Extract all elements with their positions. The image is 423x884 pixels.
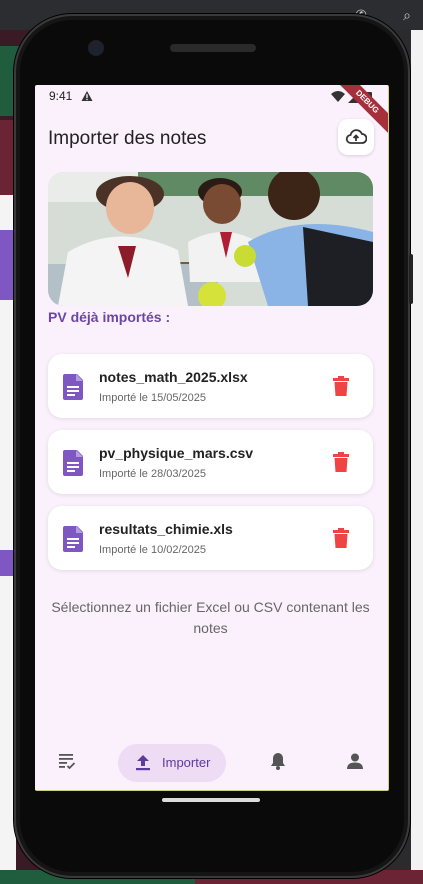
nav-item-notifications[interactable] [258, 731, 298, 790]
file-date: Importé le 15/05/2025 [99, 392, 207, 404]
document-icon [63, 526, 83, 552]
document-icon [63, 450, 83, 476]
status-bar: 9:41 [35, 85, 388, 109]
file-date: Importé le 28/03/2025 [99, 468, 207, 480]
bell-icon [271, 752, 285, 770]
app-screen: 9:41 DEBUG Importer des notes PV déjà im… [35, 85, 389, 791]
classroom-illustration [48, 172, 373, 306]
cloud-upload-icon [345, 129, 367, 144]
page-title: Importer des notes [48, 128, 207, 149]
nav-item-grades[interactable] [47, 731, 87, 790]
upload-button[interactable] [338, 119, 374, 155]
person-icon [347, 753, 363, 769]
speaker-grille [170, 44, 256, 52]
file-card[interactable]: notes_math_2025.xlsx Importé le 15/05/20… [48, 354, 373, 418]
nav-item-profile[interactable] [335, 731, 375, 790]
file-name: notes_math_2025.xlsx [99, 369, 248, 385]
file-date: Importé le 10/02/2025 [99, 544, 207, 556]
nav-label: Importer [162, 755, 211, 770]
document-icon [63, 374, 83, 400]
search-icon[interactable]: ⌕ [398, 6, 416, 24]
section-title: PV déjà importés : [48, 309, 171, 325]
delete-icon[interactable] [333, 376, 349, 396]
front-camera [90, 42, 102, 54]
status-time: 9:41 [49, 89, 73, 103]
upload-icon [136, 755, 150, 771]
volume-button [409, 254, 413, 304]
delete-icon[interactable] [333, 528, 349, 548]
delete-icon[interactable] [333, 452, 349, 472]
file-card[interactable]: pv_physique_mars.csv Importé le 28/03/20… [48, 430, 373, 494]
home-indicator[interactable] [162, 798, 260, 802]
file-card[interactable]: resultats_chimie.xls Importé le 10/02/20… [48, 506, 373, 570]
bottom-navigation: Importer [35, 731, 388, 790]
file-name: pv_physique_mars.csv [99, 445, 254, 461]
alert-icon [81, 91, 93, 101]
file-name: resultats_chimie.xls [99, 521, 233, 537]
background-panel [411, 30, 423, 884]
nav-item-import[interactable]: Importer [118, 744, 226, 782]
hero-image [48, 172, 373, 306]
checklist-icon [59, 753, 76, 769]
instruction-text: Sélectionnez un fichier Excel ou CSV con… [51, 599, 370, 636]
